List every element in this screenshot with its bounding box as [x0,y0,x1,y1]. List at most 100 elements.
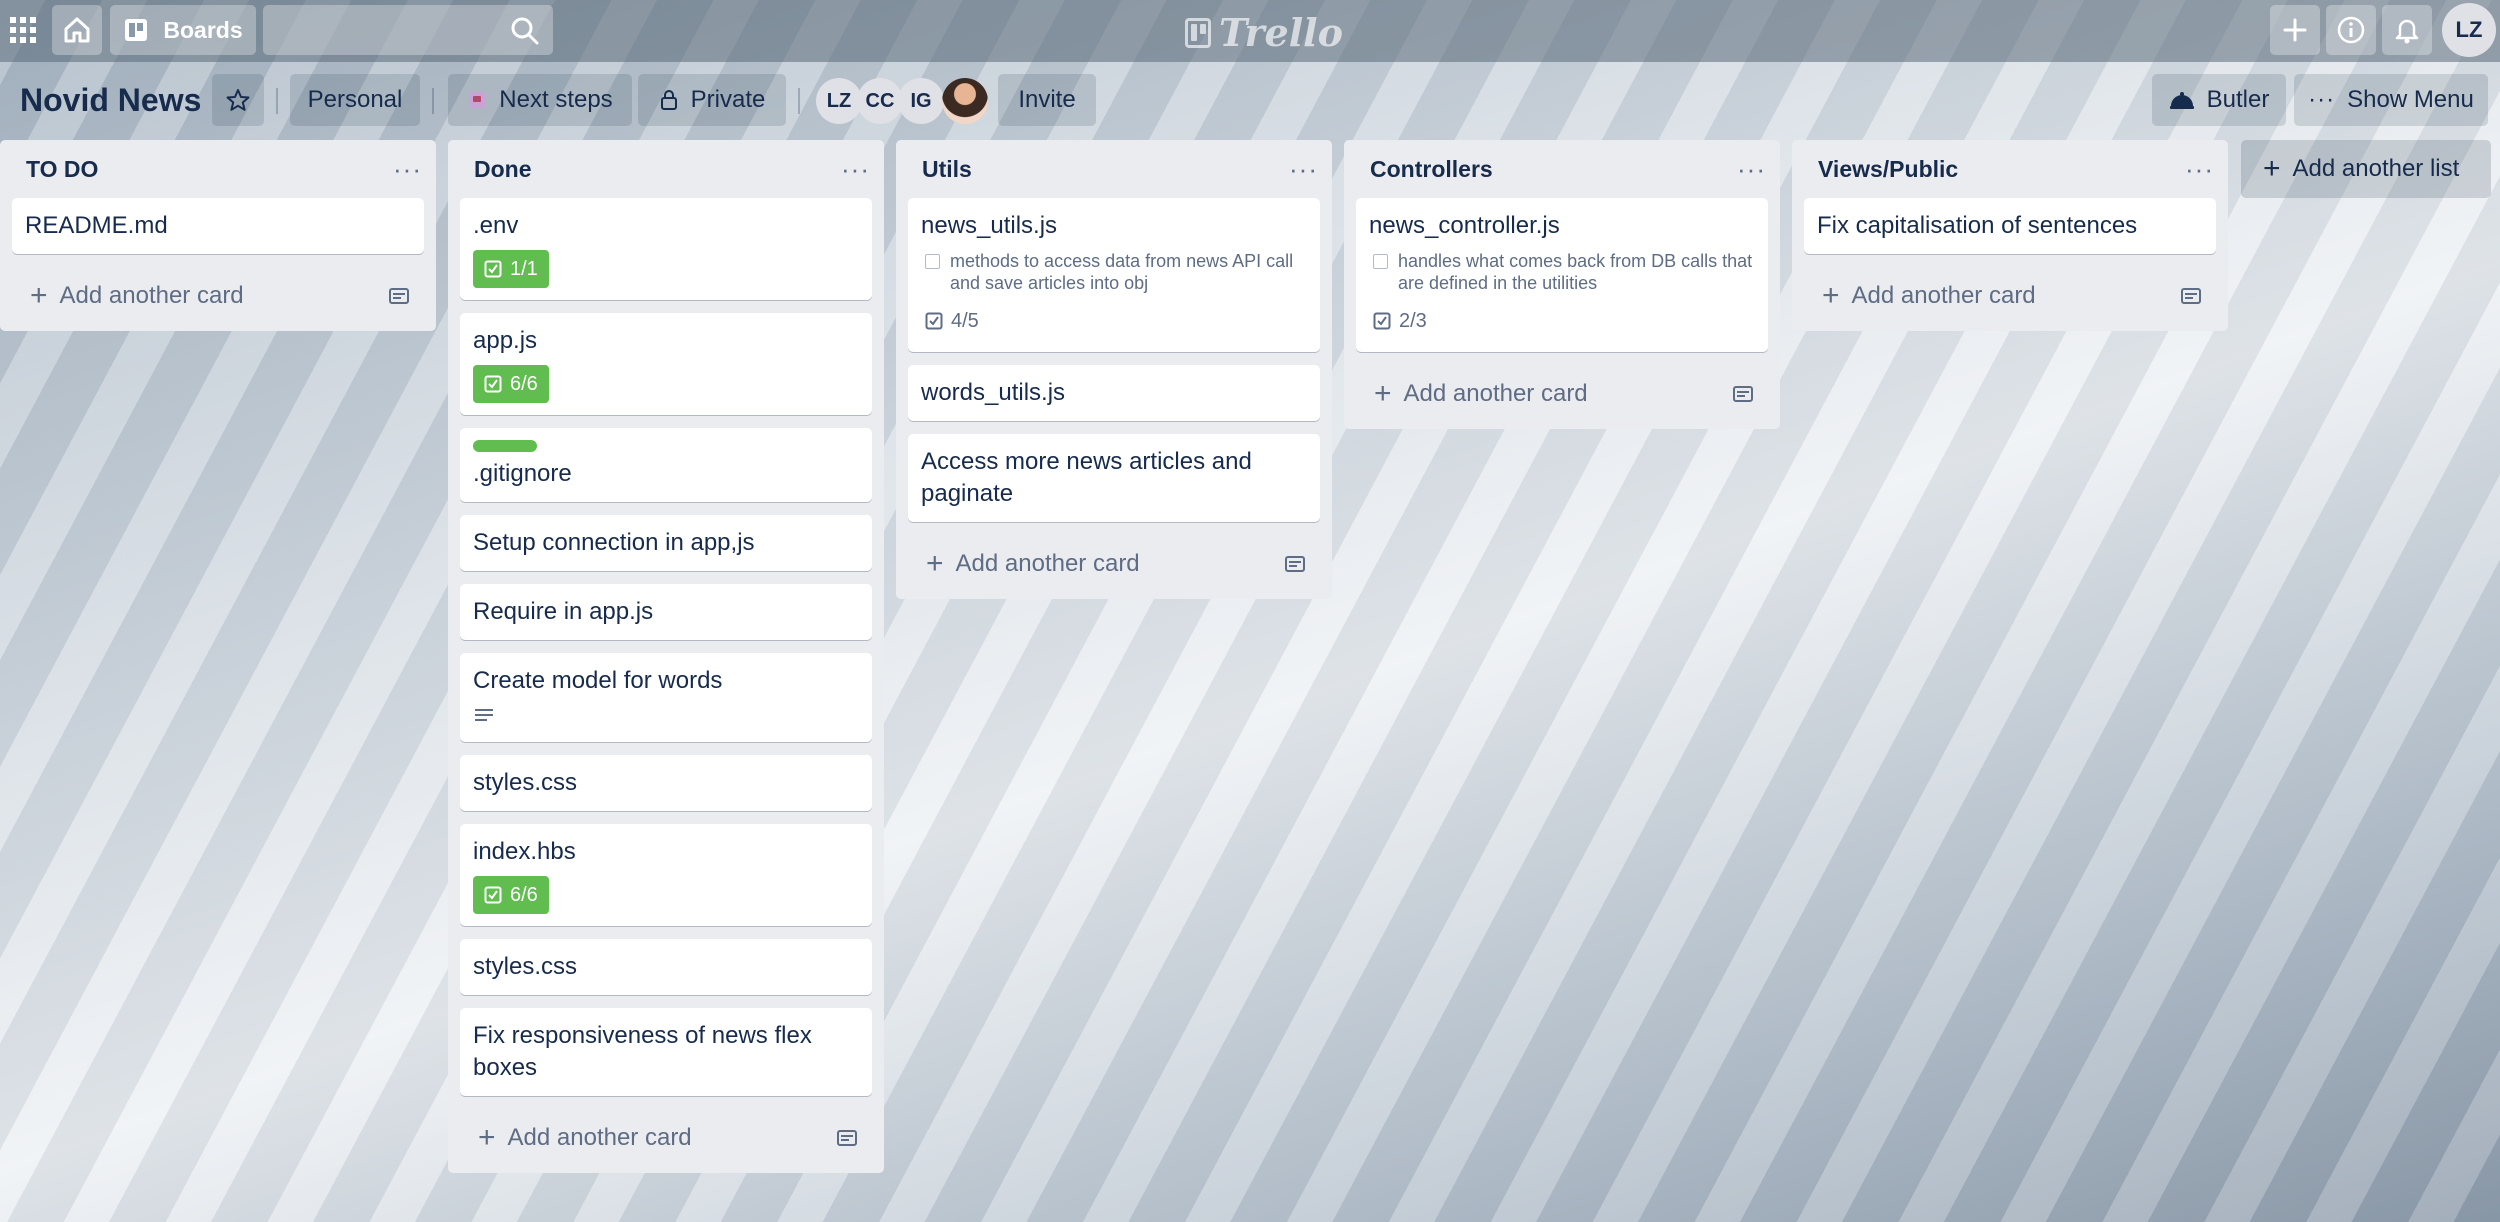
card[interactable]: Setup connection in app,js [460,515,872,571]
card-title: Fix capitalisation of sentences [1817,212,2138,239]
add-card-button[interactable]: + Add another card [1344,365,1780,429]
plus-icon: + [926,547,944,580]
visibility-label: Private [690,86,766,113]
card[interactable]: words_utils.js [908,365,1320,421]
invite-button[interactable]: Invite [998,74,1096,126]
card-template-icon[interactable] [388,286,410,306]
apps-icon[interactable] [6,13,40,47]
list-menu-icon[interactable]: ··· [841,154,870,185]
card-template-icon[interactable] [836,1128,858,1148]
calendar-icon [469,92,486,108]
add-list-button[interactable]: + Add another list [2241,140,2491,198]
card[interactable]: styles.css [460,755,872,811]
visibility-button[interactable]: Private [638,74,786,126]
list-header: Done ··· [448,140,884,198]
divider [276,88,278,114]
list-title[interactable]: TO DO [26,156,98,183]
card-title: news_controller.js [1369,212,1560,239]
next-steps-powerup-button[interactable]: Next steps [448,74,632,126]
show-menu-label: Show Menu [2347,86,2474,113]
list-title[interactable]: Controllers [1370,156,1493,183]
card[interactable]: .env 1/1 [460,198,872,300]
checklist-badge: 1/1 [473,250,549,288]
divider [798,88,800,114]
checkbox[interactable] [925,254,940,269]
list-title[interactable]: Utils [922,156,972,183]
home-button[interactable] [52,5,102,55]
checklist-count: 6/6 [510,372,538,395]
card-template-icon[interactable] [1284,554,1306,574]
add-card-button[interactable]: + Add another card [1792,267,2228,331]
card[interactable]: news_utils.js methods to access data fro… [908,198,1320,352]
boards-button[interactable]: Boards [110,5,256,55]
butler-button[interactable]: Butler [2152,74,2286,126]
card-title: styles.css [473,769,578,796]
plus-icon [2283,18,2307,42]
add-card-button[interactable]: + Add another card [896,535,1332,599]
star-icon [226,89,250,111]
add-card-button[interactable]: + Add another card [448,1109,884,1173]
card[interactable]: README.md [12,198,424,254]
list-header: Controllers ··· [1344,140,1780,198]
card-label[interactable] [473,440,537,452]
info-button[interactable] [2326,5,2376,55]
list-menu-icon[interactable]: ··· [393,154,422,185]
checklist-count: 2/3 [1399,309,1427,332]
add-list-label: Add another list [2292,155,2460,182]
add-card-label: Add another card [507,1124,692,1151]
card-title: Access more news articles and paginate [921,448,1252,507]
checklist-item: methods to access data from news API cal… [921,250,1307,294]
list-menu-icon[interactable]: ··· [2185,154,2214,185]
create-button[interactable] [2270,5,2320,55]
card[interactable]: styles.css [460,939,872,995]
team-button[interactable]: Personal [290,74,420,126]
card-title: app.js [473,327,538,354]
lock-icon [660,90,677,110]
star-button[interactable] [212,74,264,126]
card[interactable]: app.js 6/6 [460,313,872,415]
member-initials: IG [910,89,932,112]
card[interactable]: Require in app.js [460,584,872,640]
board-title[interactable]: Novid News [20,82,201,119]
list-menu-icon[interactable]: ··· [1737,154,1766,185]
search-icon[interactable] [508,14,542,48]
list-title[interactable]: Views/Public [1818,156,1958,183]
checklist-item-text: handles what comes back from DB calls th… [1398,251,1753,293]
checklist-icon [484,886,502,904]
checklist-item-text: methods to access data from news API cal… [950,251,1294,293]
card[interactable]: Fix responsiveness of news flex boxes [460,1008,872,1096]
add-card-button[interactable]: + Add another card [0,267,436,331]
card[interactable]: news_controller.js handles what comes ba… [1356,198,1768,352]
more-icon: ··· [2308,86,2336,113]
card-title: words_utils.js [921,379,1066,406]
member-avatar[interactable]: IG [898,78,944,124]
user-avatar[interactable]: LZ [2442,3,2496,57]
home-icon [64,17,90,43]
plus-icon: + [30,279,48,312]
member-photo-avatar[interactable] [942,78,988,124]
member-avatar[interactable]: LZ [816,78,862,124]
notifications-button[interactable] [2382,5,2432,55]
card-title: Setup connection in app,js [473,529,755,556]
card-title: .env [473,212,519,239]
bell-icon [2395,19,2419,44]
card[interactable]: .gitignore [460,428,872,502]
card[interactable]: Fix capitalisation of sentences [1804,198,2216,254]
card-template-icon[interactable] [1732,384,1754,404]
add-card-label: Add another card [59,282,244,309]
list-title[interactable]: Done [474,156,532,183]
card-template-icon[interactable] [2180,286,2202,306]
show-menu-button[interactable]: ··· Show Menu [2294,74,2488,126]
user-initials: LZ [2455,17,2483,42]
member-avatar[interactable]: CC [857,78,903,124]
list-menu-icon[interactable]: ··· [1289,154,1318,185]
member-initials: CC [865,89,895,112]
list-header: TO DO ··· [0,140,436,198]
add-card-label: Add another card [1403,380,1588,407]
card[interactable]: Access more news articles and paginate [908,434,1320,522]
card[interactable]: index.hbs 6/6 [460,824,872,926]
checkbox[interactable] [1373,254,1388,269]
trello-logo[interactable]: Trello [1185,10,1343,55]
card[interactable]: Create model for words [460,653,872,742]
butler-icon [2169,92,2194,109]
